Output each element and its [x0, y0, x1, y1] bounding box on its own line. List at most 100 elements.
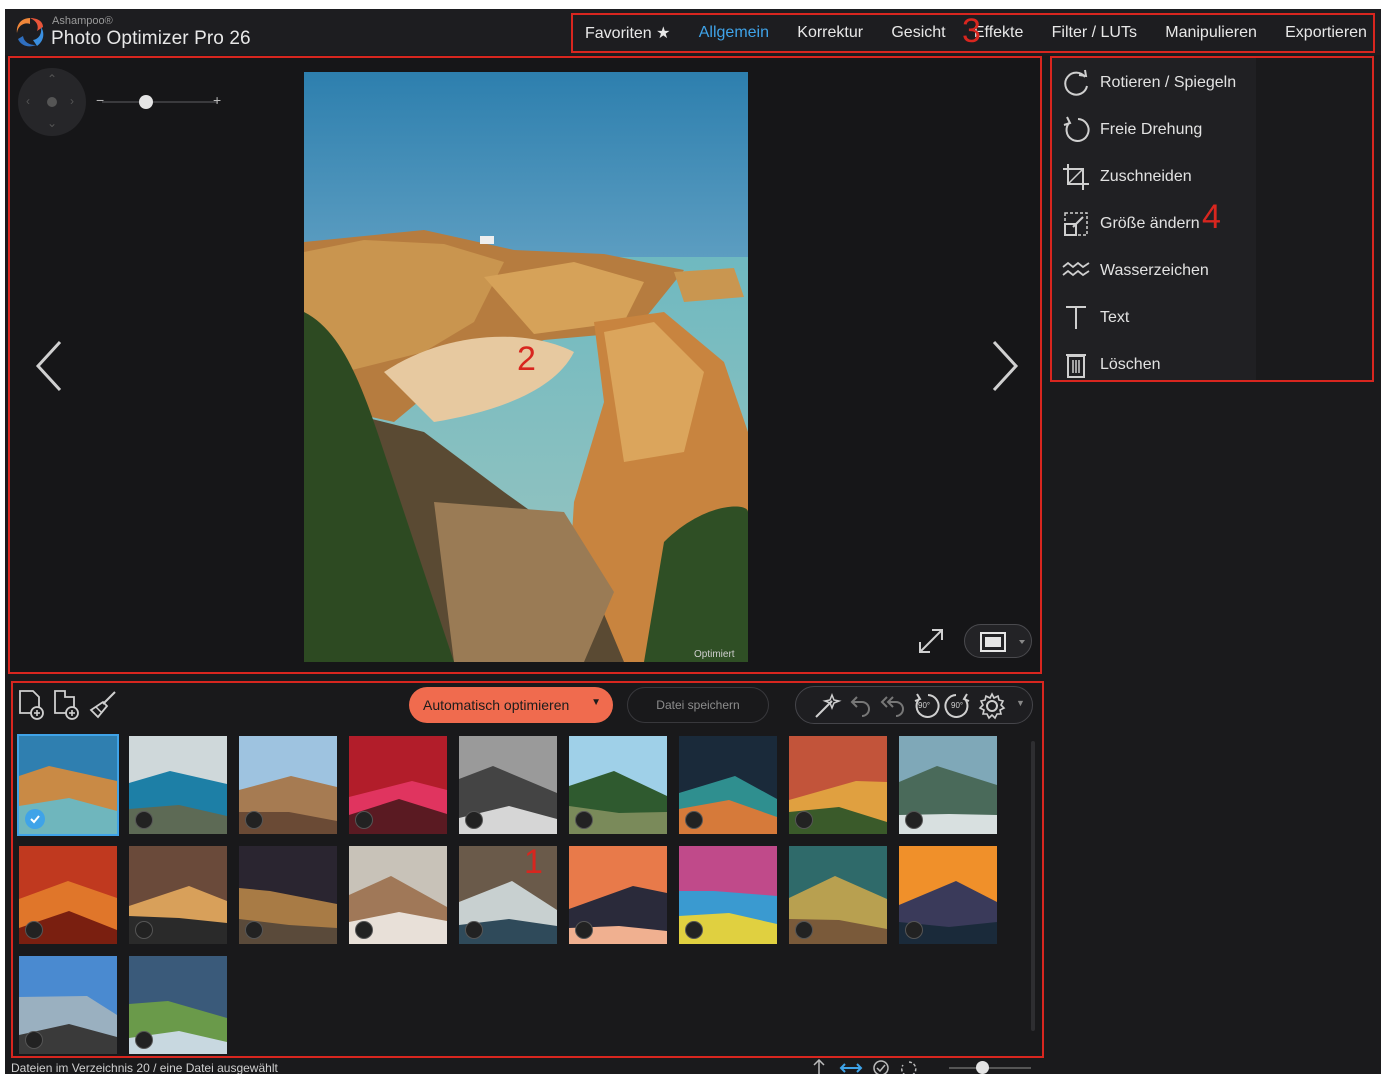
status-bar: Dateien im Verzeichnis 20 / eine Datei a…: [5, 1059, 1381, 1074]
save-file-button[interactable]: Datei speichern: [627, 687, 769, 723]
single-view-icon: [980, 632, 1025, 652]
vendor-label: Ashampoo®: [52, 15, 113, 27]
select-circle-icon[interactable]: [465, 921, 483, 939]
thumbnail-item[interactable]: [349, 846, 447, 944]
select-circle-icon[interactable]: [135, 1031, 153, 1049]
select-circle-icon[interactable]: [795, 811, 813, 829]
select-circle-icon[interactable]: [575, 811, 593, 829]
select-circle-icon[interactable]: [245, 921, 263, 939]
thumbnail-item[interactable]: [569, 736, 667, 834]
tool-delete[interactable]: Löschen: [1052, 343, 1372, 387]
thumbnail-item[interactable]: [459, 736, 557, 834]
auto-optimize-button[interactable]: Automatisch optimieren ▼: [409, 687, 613, 723]
magic-wand-icon[interactable]: [812, 692, 842, 720]
pan-left-icon: ‹: [26, 94, 30, 108]
tool-watermark[interactable]: Wasserzeichen: [1052, 249, 1372, 293]
rotate-right-90-button[interactable]: 90°: [944, 692, 972, 720]
tab-exportieren[interactable]: Exportieren: [1285, 24, 1367, 42]
thumbnail-item[interactable]: [19, 956, 117, 1054]
select-circle-icon[interactable]: [135, 921, 153, 939]
text-icon: [1066, 306, 1086, 329]
tool-label: Text: [1100, 309, 1130, 326]
rotate-left-90-button[interactable]: 90°: [912, 692, 940, 720]
previous-image-arrow-icon[interactable]: [34, 340, 64, 392]
undo-icon[interactable]: [846, 694, 872, 718]
select-all-icon[interactable]: [873, 1060, 889, 1074]
rotate-flip-icon: [1064, 69, 1088, 96]
tool-label: Größe ändern: [1100, 215, 1200, 232]
thumbnail-size-knob[interactable]: [975, 1061, 989, 1074]
tool-crop[interactable]: Zuschneiden: [1052, 155, 1372, 199]
select-circle-icon[interactable]: [795, 921, 813, 939]
thumbnail-item[interactable]: [569, 846, 667, 944]
dropdown-caret-icon[interactable]: ▼: [591, 697, 601, 708]
sort-horizontal-icon[interactable]: [839, 1063, 863, 1073]
thumbnail-item[interactable]: [899, 846, 997, 944]
zoom-in-button[interactable]: +: [213, 92, 221, 108]
thumbnail-item[interactable]: [679, 846, 777, 944]
thumbnail-item[interactable]: [899, 736, 997, 834]
compare-view-toggle[interactable]: [964, 624, 1032, 658]
selected-check-icon[interactable]: [25, 809, 45, 829]
tool-free-rotate[interactable]: Freie Drehung: [1052, 108, 1372, 152]
thumbnail-item[interactable]: [789, 846, 887, 944]
zoom-slider[interactable]: [102, 101, 218, 103]
fullscreen-expand-icon[interactable]: [918, 628, 944, 654]
zoom-out-button[interactable]: −: [96, 92, 104, 108]
tool-text[interactable]: Text: [1052, 296, 1372, 340]
tab-filter-luts[interactable]: Filter / LUTs: [1052, 24, 1137, 42]
image-caption: Optimiert: [694, 649, 735, 660]
next-image-arrow-icon[interactable]: [990, 340, 1020, 392]
clear-brush-icon[interactable]: [87, 689, 119, 721]
thumbnail-size-slider[interactable]: [949, 1067, 1031, 1069]
undo-all-icon[interactable]: [878, 694, 906, 718]
tool-rotate-flip[interactable]: Rotieren / Spiegeln: [1052, 61, 1372, 105]
select-circle-icon[interactable]: [905, 921, 923, 939]
select-circle-icon[interactable]: [355, 811, 373, 829]
settings-gear-icon[interactable]: [978, 692, 1006, 720]
sort-vertical-icon[interactable]: [813, 1059, 825, 1074]
tab-manipulieren[interactable]: Manipulieren: [1165, 24, 1257, 42]
file-browser: Automatisch optimieren ▼ Datei speichern…: [11, 681, 1044, 1058]
select-circle-icon[interactable]: [905, 811, 923, 829]
select-circle-icon[interactable]: [465, 811, 483, 829]
add-file-icon[interactable]: [17, 689, 47, 721]
thumbnail-item[interactable]: [679, 736, 777, 834]
thumbnail-item[interactable]: [129, 736, 227, 834]
select-circle-icon[interactable]: [135, 811, 153, 829]
select-circle-icon[interactable]: [355, 921, 373, 939]
thumbnail-item[interactable]: [129, 846, 227, 944]
status-text: Dateien im Verzeichnis 20 / eine Datei a…: [11, 1061, 278, 1074]
select-circle-icon[interactable]: [685, 811, 703, 829]
tab-effekte[interactable]: Effekte: [974, 24, 1024, 42]
select-circle-icon[interactable]: [575, 921, 593, 939]
thumbnail-item[interactable]: [349, 736, 447, 834]
thumbnail-item[interactable]: [239, 736, 337, 834]
tab-favoriten[interactable]: Favoriten ★: [585, 23, 670, 43]
select-circle-icon[interactable]: [245, 811, 263, 829]
pan-navigator[interactable]: ⌃ ⌄ ‹ ›: [18, 68, 86, 136]
rotate-right-label: 90°: [951, 701, 964, 710]
select-circle-icon[interactable]: [25, 921, 43, 939]
thumbnail-item[interactable]: [129, 956, 227, 1054]
toolbar-dropdown-icon[interactable]: ▼: [1016, 698, 1025, 708]
app-title: Photo Optimizer Pro 26: [51, 28, 251, 49]
thumbnail-item[interactable]: [239, 846, 337, 944]
annotation-marker-1: 1: [524, 843, 543, 881]
thumbnail-scrollbar[interactable]: [1031, 741, 1035, 1031]
thumbnail-item[interactable]: [17, 734, 119, 836]
thumbnail-item[interactable]: [19, 846, 117, 944]
resize-icon: [1064, 212, 1088, 236]
thumbnail-item[interactable]: [789, 736, 887, 834]
select-circle-icon[interactable]: [25, 1031, 43, 1049]
refresh-icon[interactable]: [901, 1061, 917, 1074]
select-circle-icon[interactable]: [685, 921, 703, 939]
tab-gesicht[interactable]: Gesicht: [891, 24, 945, 42]
title-bar: Ashampoo® Photo Optimizer Pro 26 Favorit…: [5, 9, 1381, 55]
tab-allgemein[interactable]: Allgemein: [699, 24, 769, 42]
zoom-slider-knob[interactable]: [139, 95, 154, 109]
tool-label: Zuschneiden: [1100, 168, 1192, 185]
auto-optimize-label: Automatisch optimieren: [423, 697, 570, 713]
add-folder-icon[interactable]: [52, 689, 82, 721]
tab-korrektur[interactable]: Korrektur: [797, 24, 863, 42]
